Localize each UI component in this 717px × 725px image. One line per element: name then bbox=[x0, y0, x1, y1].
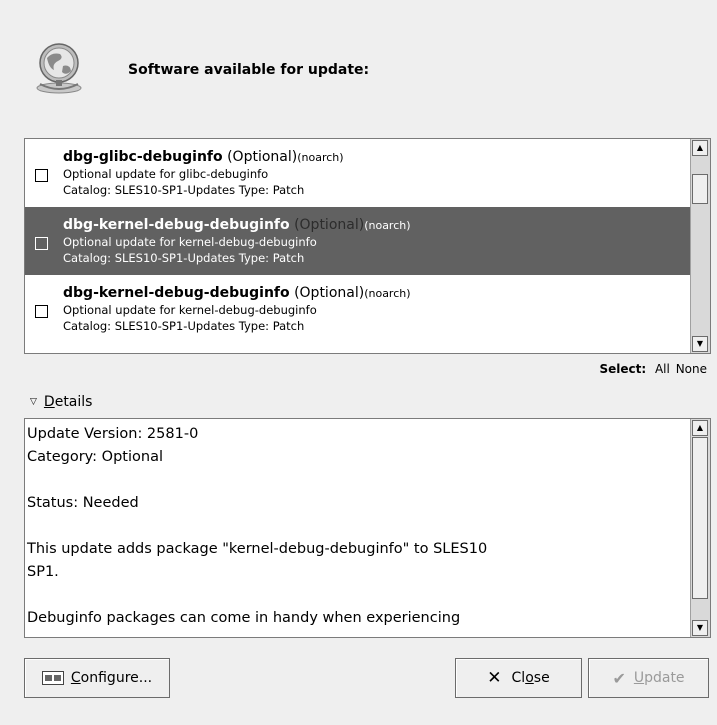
package-name: dbg-glibc-debuginfo bbox=[63, 149, 223, 165]
list-item-selected[interactable]: dbg-kernel-debug-debuginfo (Optional)(no… bbox=[25, 207, 690, 275]
package-description: Optional update for kernel-debug-debugin… bbox=[63, 303, 317, 317]
configure-button[interactable]: Configure... bbox=[24, 658, 170, 698]
package-optional: (Optional) bbox=[294, 217, 365, 233]
scroll-up-arrow-icon[interactable]: ▲ bbox=[692, 140, 708, 156]
details-scrollbar[interactable]: ▲ ▼ bbox=[690, 419, 710, 637]
select-label: Select: bbox=[599, 362, 647, 376]
list-item[interactable]: dbg-glibc-debuginfo (Optional)(noarch) O… bbox=[25, 139, 690, 207]
package-catalog: Catalog: SLES10-SP1-Updates Type: Patch bbox=[63, 319, 305, 333]
update-button[interactable]: ✔ Update bbox=[588, 658, 709, 698]
scroll-up-arrow-icon[interactable]: ▲ bbox=[692, 420, 708, 436]
package-description: Optional update for glibc-debuginfo bbox=[63, 167, 269, 181]
package-checkbox[interactable] bbox=[35, 169, 48, 182]
package-arch: (noarch) bbox=[364, 287, 411, 300]
package-optional: (Optional) bbox=[227, 149, 298, 165]
package-name: dbg-kernel-debug-debuginfo bbox=[63, 217, 290, 233]
configure-label: Configure... bbox=[70, 670, 153, 686]
select-bar: Select: All None bbox=[599, 362, 707, 376]
scroll-down-arrow-icon[interactable]: ▼ bbox=[692, 336, 708, 352]
expander-triangle-icon: ▽ bbox=[30, 397, 37, 407]
list-item[interactable]: dbg-kernel-debug-debuginfo (Optional)(no… bbox=[25, 275, 690, 343]
package-optional: (Optional) bbox=[294, 285, 365, 301]
list-scrollbar[interactable]: ▲ ▼ bbox=[690, 139, 710, 353]
package-catalog: Catalog: SLES10-SP1-Updates Type: Patch bbox=[63, 183, 305, 197]
package-description: Optional update for kernel-debug-debugin… bbox=[63, 235, 317, 249]
update-label: Update bbox=[633, 670, 685, 686]
details-panel[interactable]: Update Version: 2581-0 Category: Optiona… bbox=[24, 418, 711, 638]
package-checkbox[interactable] bbox=[35, 305, 48, 318]
configure-icon bbox=[41, 671, 64, 685]
package-arch: (noarch) bbox=[297, 151, 344, 164]
close-button[interactable]: ✕ Close bbox=[455, 658, 582, 698]
check-icon: ✔ bbox=[612, 668, 626, 688]
close-label: Close bbox=[511, 670, 550, 686]
update-list[interactable]: dbg-glibc-debuginfo (Optional)(noarch) O… bbox=[24, 138, 711, 354]
scroll-down-arrow-icon[interactable]: ▼ bbox=[692, 620, 708, 636]
package-checkbox[interactable] bbox=[35, 237, 48, 250]
package-arch: (noarch) bbox=[364, 219, 411, 232]
select-none-link[interactable]: None bbox=[676, 362, 707, 376]
globe-network-icon bbox=[36, 43, 82, 94]
header bbox=[30, 38, 88, 96]
scroll-thumb[interactable] bbox=[692, 174, 708, 204]
package-catalog: Catalog: SLES10-SP1-Updates Type: Patch bbox=[63, 251, 305, 265]
header-title: Software available for update: bbox=[128, 62, 370, 78]
close-icon: ✕ bbox=[487, 668, 502, 688]
details-expander[interactable]: ▽ Details bbox=[30, 394, 92, 410]
package-name: dbg-kernel-debug-debuginfo bbox=[63, 285, 290, 301]
details-text: Update Version: 2581-0 Category: Optiona… bbox=[27, 426, 488, 626]
details-label: Details bbox=[43, 394, 93, 410]
scroll-thumb[interactable] bbox=[692, 437, 708, 599]
select-all-link[interactable]: All bbox=[655, 362, 670, 376]
